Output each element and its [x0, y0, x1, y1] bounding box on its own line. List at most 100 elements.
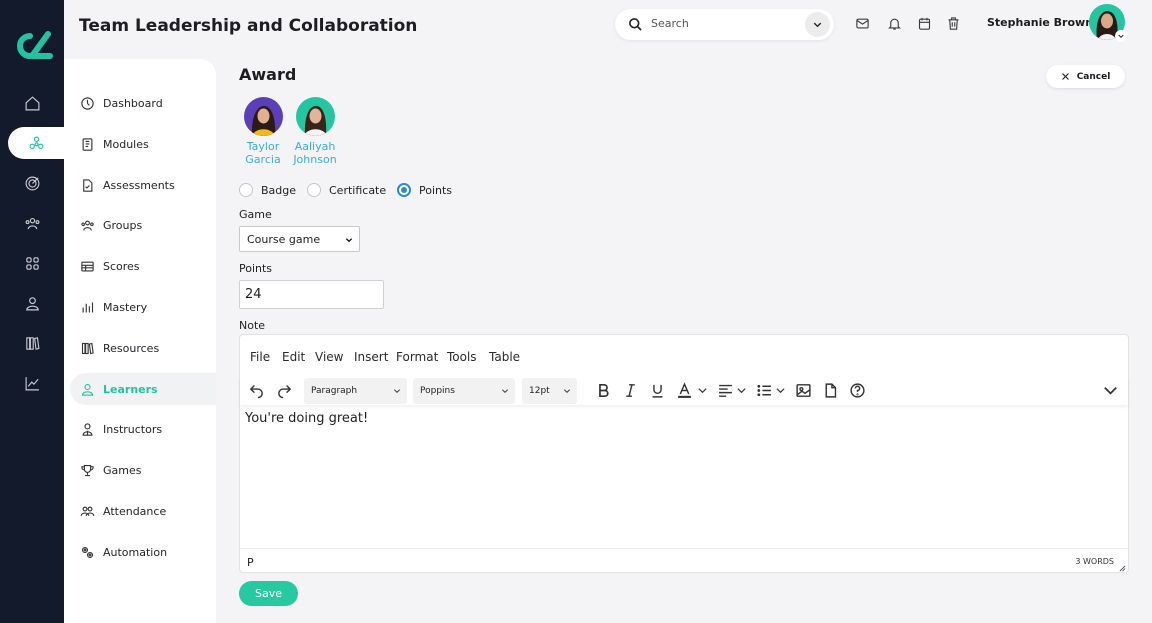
sidebar-item-instructors[interactable]: Instructors: [70, 413, 216, 445]
rail-home-button[interactable]: [0, 87, 64, 119]
sidebar-item-label: Automation: [103, 545, 168, 559]
element-path[interactable]: P: [247, 556, 254, 569]
font-size-select[interactable]: 12pt: [522, 378, 577, 404]
editor-menubar: File Edit View Insert Format Tools Table: [240, 335, 1128, 375]
radio-circle[interactable]: [239, 183, 253, 197]
sidebar-item-automation[interactable]: Automation: [70, 536, 216, 568]
points-input[interactable]: 24: [239, 280, 384, 309]
sidebar-item-label: Mastery: [103, 300, 148, 314]
recipient-taylor-garcia[interactable]: Taylor Garcia: [235, 97, 291, 166]
menu-edit[interactable]: Edit: [282, 350, 305, 364]
font-family-select[interactable]: Poppins: [413, 378, 515, 404]
chevron-down-icon: [393, 389, 401, 394]
chevron-down-icon[interactable]: [775, 382, 786, 399]
bell-icon[interactable]: [887, 16, 902, 31]
modules-hub-icon: [29, 136, 43, 149]
learner-icon: [81, 383, 94, 396]
block-format-select[interactable]: Paragraph: [304, 378, 407, 404]
library-icon: [81, 342, 94, 354]
sidebar-item-label: Instructors: [103, 422, 163, 436]
resize-handle-icon[interactable]: [1119, 565, 1126, 572]
chevron-down-icon[interactable]: [736, 382, 747, 399]
rail-chart-button[interactable]: [0, 367, 64, 399]
rail-modules-button[interactable]: [8, 127, 64, 159]
user-menu-chevron-icon[interactable]: [1115, 30, 1127, 42]
search-icon: [629, 18, 642, 31]
align-left-icon[interactable]: [717, 382, 734, 399]
radio-circle-selected[interactable]: [397, 183, 411, 197]
chart-icon: [25, 376, 39, 390]
rail-library-button[interactable]: [0, 327, 64, 359]
page-title: Team Leadership and Collaboration: [79, 16, 418, 36]
editor-content[interactable]: You're doing great!: [245, 411, 368, 426]
sidebar-item-mastery[interactable]: Mastery: [70, 291, 216, 323]
menu-file[interactable]: File: [250, 350, 270, 364]
sidebar-item-dashboard[interactable]: Dashboard: [70, 87, 216, 119]
recipient-last-name: Garcia: [245, 153, 281, 166]
search-dropdown-button[interactable]: [805, 12, 830, 37]
recipient-aaliyah-johnson[interactable]: Aaliyah Johnson: [287, 97, 343, 166]
calendar-icon[interactable]: [917, 16, 932, 31]
avatar: [243, 97, 283, 136]
user-name: Stephanie Brown: [987, 16, 1094, 29]
recipient-last-name: Johnson: [293, 153, 337, 166]
groups-icon: [81, 220, 94, 231]
trash-icon[interactable]: [946, 16, 961, 31]
menu-insert[interactable]: Insert: [354, 350, 388, 364]
cancel-button[interactable]: Cancel: [1046, 65, 1125, 88]
bold-icon[interactable]: [595, 382, 612, 399]
recipient-first-name: Aaliyah: [294, 140, 336, 153]
sidebar-item-label: Games: [103, 463, 142, 477]
award-type-certificate-radio[interactable]: Certificate: [307, 183, 386, 197]
radio-circle[interactable]: [307, 183, 321, 197]
sidebar-item-assessments[interactable]: Assessments: [70, 169, 216, 201]
undo-icon[interactable]: [248, 382, 265, 399]
points-label: Points: [239, 262, 273, 275]
toolbar-more-chevron-icon[interactable]: [1102, 382, 1119, 399]
award-type-badge-radio[interactable]: Badge: [239, 183, 296, 197]
search-box[interactable]: Search: [615, 9, 834, 40]
save-button[interactable]: Save: [239, 581, 298, 606]
sidebar-item-learners[interactable]: Learners: [70, 373, 216, 405]
award-type-points-radio[interactable]: Points: [397, 183, 452, 197]
bars-icon: [82, 302, 94, 312]
image-icon[interactable]: [795, 382, 812, 399]
home-icon: [25, 95, 39, 110]
menu-view[interactable]: View: [315, 350, 343, 364]
rail-user-button[interactable]: [0, 287, 64, 319]
sidebar-item-label: Scores: [103, 259, 140, 273]
word-count[interactable]: 3 WORDS: [1075, 557, 1114, 566]
redo-icon[interactable]: [276, 382, 293, 399]
menu-table[interactable]: Table: [489, 350, 520, 364]
document-icon[interactable]: [822, 382, 839, 399]
text-color-icon[interactable]: [676, 382, 693, 399]
sidebar-item-modules[interactable]: Modules: [70, 128, 216, 160]
rail-people-button[interactable]: [0, 207, 64, 239]
rail-grid-button[interactable]: [0, 247, 64, 279]
note-editor: File Edit View Insert Format Tools Table…: [239, 334, 1129, 573]
game-select[interactable]: Course game: [239, 226, 360, 252]
sidebar-item-label: Learners: [103, 382, 158, 396]
recipient-first-name: Taylor: [246, 140, 280, 153]
menu-tools[interactable]: Tools: [447, 350, 477, 364]
sidebar-item-attendance[interactable]: Attendance: [70, 495, 216, 527]
brand-logo-icon[interactable]: [10, 30, 54, 62]
bullet-list-icon[interactable]: [756, 382, 773, 399]
sidebar-item-label: Assessments: [103, 178, 175, 192]
search-input[interactable]: Search: [651, 17, 689, 30]
italic-icon[interactable]: [622, 382, 639, 399]
sidebar-item-label: Resources: [103, 341, 160, 355]
sidebar-item-games[interactable]: Games: [70, 454, 216, 486]
menu-format[interactable]: Format: [396, 350, 438, 364]
sidebar-item-label: Modules: [103, 137, 149, 151]
help-icon[interactable]: [849, 382, 866, 399]
underline-icon[interactable]: [649, 382, 666, 399]
game-label: Game: [239, 208, 272, 221]
mail-icon[interactable]: [855, 16, 870, 31]
sidebar-item-resources[interactable]: Resources: [70, 332, 216, 364]
radio-label: Points: [419, 183, 453, 197]
sidebar-item-scores[interactable]: Scores: [70, 250, 216, 282]
sidebar-item-groups[interactable]: Groups: [70, 209, 216, 241]
chevron-down-icon[interactable]: [697, 382, 708, 399]
rail-target-button[interactable]: [0, 167, 64, 199]
